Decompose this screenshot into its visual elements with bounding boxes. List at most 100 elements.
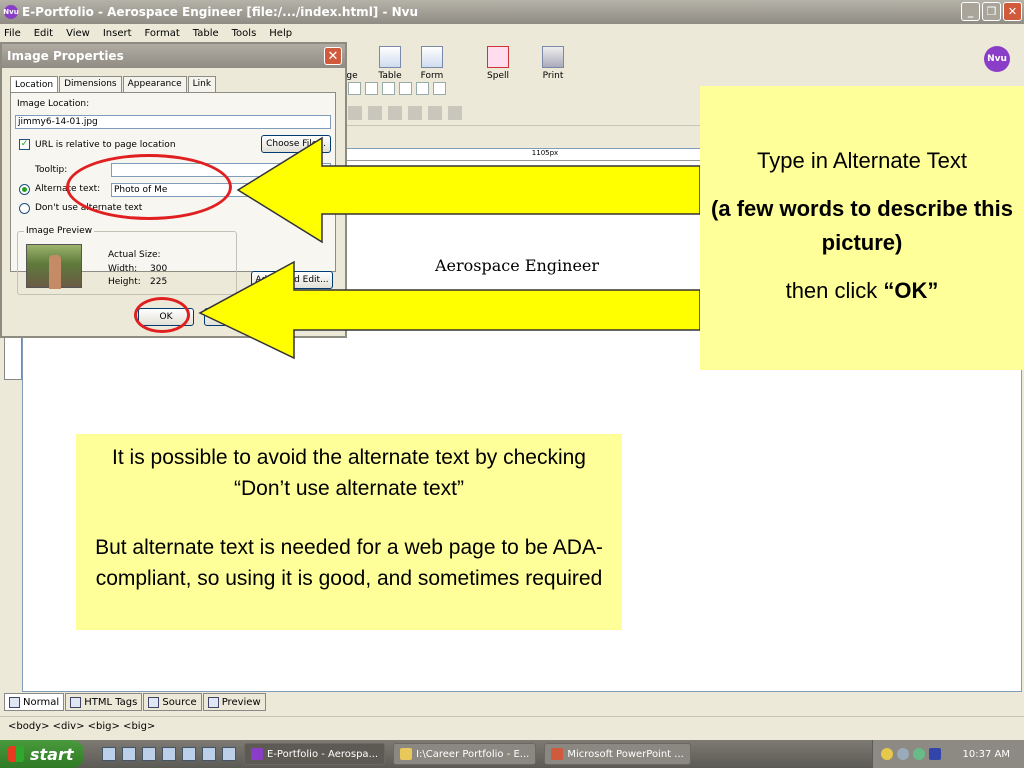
tray-icon-1[interactable] bbox=[881, 748, 893, 760]
outdent-icon[interactable] bbox=[433, 82, 446, 95]
menu-format[interactable]: Format bbox=[145, 28, 180, 39]
page-heading[interactable]: E-Portfolio bbox=[423, 187, 585, 222]
dialog-close-button[interactable]: ✕ bbox=[324, 47, 342, 65]
windows-flag-icon bbox=[8, 746, 24, 762]
url-relative-checkbox[interactable]: ✓ bbox=[19, 139, 30, 150]
tab-location[interactable]: Location bbox=[10, 76, 59, 92]
print-button-label: Print bbox=[542, 71, 564, 81]
clock: 10:37 AM bbox=[962, 748, 1010, 760]
tab-link[interactable]: Link bbox=[187, 76, 217, 92]
spell-button[interactable]: Spell bbox=[478, 46, 518, 81]
alignment-toolbar bbox=[348, 82, 446, 95]
task-powerpoint[interactable]: Microsoft PowerPoint ... bbox=[544, 743, 691, 765]
tab-html-tags-label: HTML Tags bbox=[84, 696, 138, 708]
ie-icon[interactable] bbox=[182, 747, 196, 761]
menu-file[interactable]: File bbox=[4, 28, 21, 39]
align-center-icon[interactable] bbox=[365, 82, 378, 95]
folder-icon[interactable] bbox=[142, 747, 156, 761]
image-location-input[interactable]: jimmy6-14-01.jpg bbox=[15, 115, 331, 129]
tab-source[interactable]: Source bbox=[143, 693, 202, 711]
calculator-icon[interactable] bbox=[162, 747, 176, 761]
callout-line-3: then click “OK” bbox=[700, 274, 1024, 308]
editor-icon[interactable] bbox=[202, 747, 216, 761]
task-nvu-label: E-Portfolio - Aerospa... bbox=[267, 748, 379, 760]
system-tray: 10:37 AM bbox=[872, 740, 1024, 768]
tray-icon-3[interactable] bbox=[913, 748, 925, 760]
browser-icon[interactable] bbox=[102, 747, 116, 761]
maximize-button[interactable]: ❐ bbox=[982, 2, 1001, 21]
tab-preview[interactable]: Preview bbox=[202, 693, 266, 711]
cell-right-icon[interactable] bbox=[388, 106, 402, 120]
image-preview-legend: Image Preview bbox=[24, 226, 95, 236]
menu-insert[interactable]: Insert bbox=[103, 28, 132, 39]
choose-file-button[interactable]: Choose File... bbox=[261, 135, 331, 153]
valign-middle-icon[interactable] bbox=[428, 106, 442, 120]
page-subheading[interactable]: Aerospace Engineer bbox=[435, 256, 599, 275]
table-button[interactable]: Table bbox=[370, 46, 410, 81]
align-right-icon[interactable] bbox=[382, 82, 395, 95]
magnifier-icon bbox=[207, 696, 219, 708]
sidebar-splitter[interactable] bbox=[4, 336, 22, 380]
form-button[interactable]: Form bbox=[412, 46, 452, 81]
task-nvu[interactable]: E-Portfolio - Aerospa... bbox=[244, 743, 386, 765]
shield-icon[interactable] bbox=[929, 748, 941, 760]
image-button-label: ge bbox=[346, 71, 358, 81]
window-title-bar: Nvu E-Portfolio - Aerospace Engineer [fi… bbox=[0, 0, 1024, 24]
start-button[interactable]: start bbox=[0, 740, 84, 768]
status-bar: <body> <div> <big> <big> bbox=[0, 716, 1024, 738]
nvu-logo: Nvu bbox=[984, 46, 1010, 72]
table-edit-toolbar bbox=[348, 106, 462, 120]
view-mode-tabs: Normal HTML Tags Source Preview bbox=[4, 693, 267, 711]
indent-icon[interactable] bbox=[416, 82, 429, 95]
align-left-icon[interactable] bbox=[348, 82, 361, 95]
printer-icon bbox=[542, 46, 564, 68]
cell-left-icon[interactable] bbox=[348, 106, 362, 120]
nvu-task-icon bbox=[251, 748, 263, 760]
tags-icon bbox=[70, 696, 82, 708]
nvu-app-icon: Nvu bbox=[3, 5, 19, 19]
spell-check-icon bbox=[487, 46, 509, 68]
print-button[interactable]: Print bbox=[533, 46, 573, 81]
task-powerpoint-label: Microsoft PowerPoint ... bbox=[567, 748, 684, 760]
tab-dimensions[interactable]: Dimensions bbox=[59, 76, 122, 92]
start-label: start bbox=[30, 744, 74, 764]
menu-tools[interactable]: Tools bbox=[232, 28, 257, 39]
menu-edit[interactable]: Edit bbox=[34, 28, 53, 39]
tab-normal[interactable]: Normal bbox=[4, 693, 65, 711]
menu-view[interactable]: View bbox=[66, 28, 90, 39]
valign-bottom-icon[interactable] bbox=[448, 106, 462, 120]
cancel-button[interactable]: Cancel bbox=[204, 308, 264, 326]
callout-line-3-text: then click bbox=[785, 278, 884, 303]
powerpoint-task-icon bbox=[551, 748, 564, 760]
tab-normal-label: Normal bbox=[23, 696, 60, 708]
menu-table[interactable]: Table bbox=[193, 28, 219, 39]
advanced-edit-button[interactable]: Advanced Edit... bbox=[251, 271, 333, 289]
windows-taskbar: start E-Portfolio - Aerospa... I:\Career… bbox=[0, 740, 1024, 768]
document-icon[interactable] bbox=[122, 747, 136, 761]
note-paragraph-1: It is possible to avoid the alternate te… bbox=[112, 446, 586, 500]
window-title: E-Portfolio - Aerospace Engineer [file:/… bbox=[22, 5, 419, 19]
form-icon bbox=[421, 46, 443, 68]
tab-appearance[interactable]: Appearance bbox=[122, 76, 187, 92]
dialog-title-bar: Image Properties ✕ bbox=[2, 44, 345, 68]
task-explorer[interactable]: I:\Career Portfolio - E... bbox=[393, 743, 537, 765]
alt-text-radio[interactable] bbox=[19, 184, 30, 195]
no-alt-text-radio[interactable] bbox=[19, 203, 30, 214]
width-label: Width: bbox=[108, 264, 138, 274]
image-preview-group: Image Preview Actual Size: Width: 300 He… bbox=[17, 226, 237, 295]
tab-html-tags[interactable]: HTML Tags bbox=[65, 693, 143, 711]
minimize-button[interactable]: _ bbox=[961, 2, 980, 21]
table-button-label: Table bbox=[378, 71, 402, 81]
callout-line-1: Type in Alternate Text bbox=[757, 148, 967, 173]
close-window-button[interactable]: ✕ bbox=[1003, 2, 1022, 21]
tray-icon-2[interactable] bbox=[897, 748, 909, 760]
menu-bar: File Edit View Insert Format Table Tools… bbox=[0, 24, 1024, 42]
menu-help[interactable]: Help bbox=[269, 28, 292, 39]
justify-icon[interactable] bbox=[399, 82, 412, 95]
spell-button-label: Spell bbox=[487, 71, 509, 81]
window-controls: _ ❐ ✕ bbox=[961, 2, 1022, 21]
url-relative-label: URL is relative to page location bbox=[35, 140, 176, 150]
excel-icon[interactable] bbox=[222, 747, 236, 761]
cell-center-icon[interactable] bbox=[368, 106, 382, 120]
valign-top-icon[interactable] bbox=[408, 106, 422, 120]
